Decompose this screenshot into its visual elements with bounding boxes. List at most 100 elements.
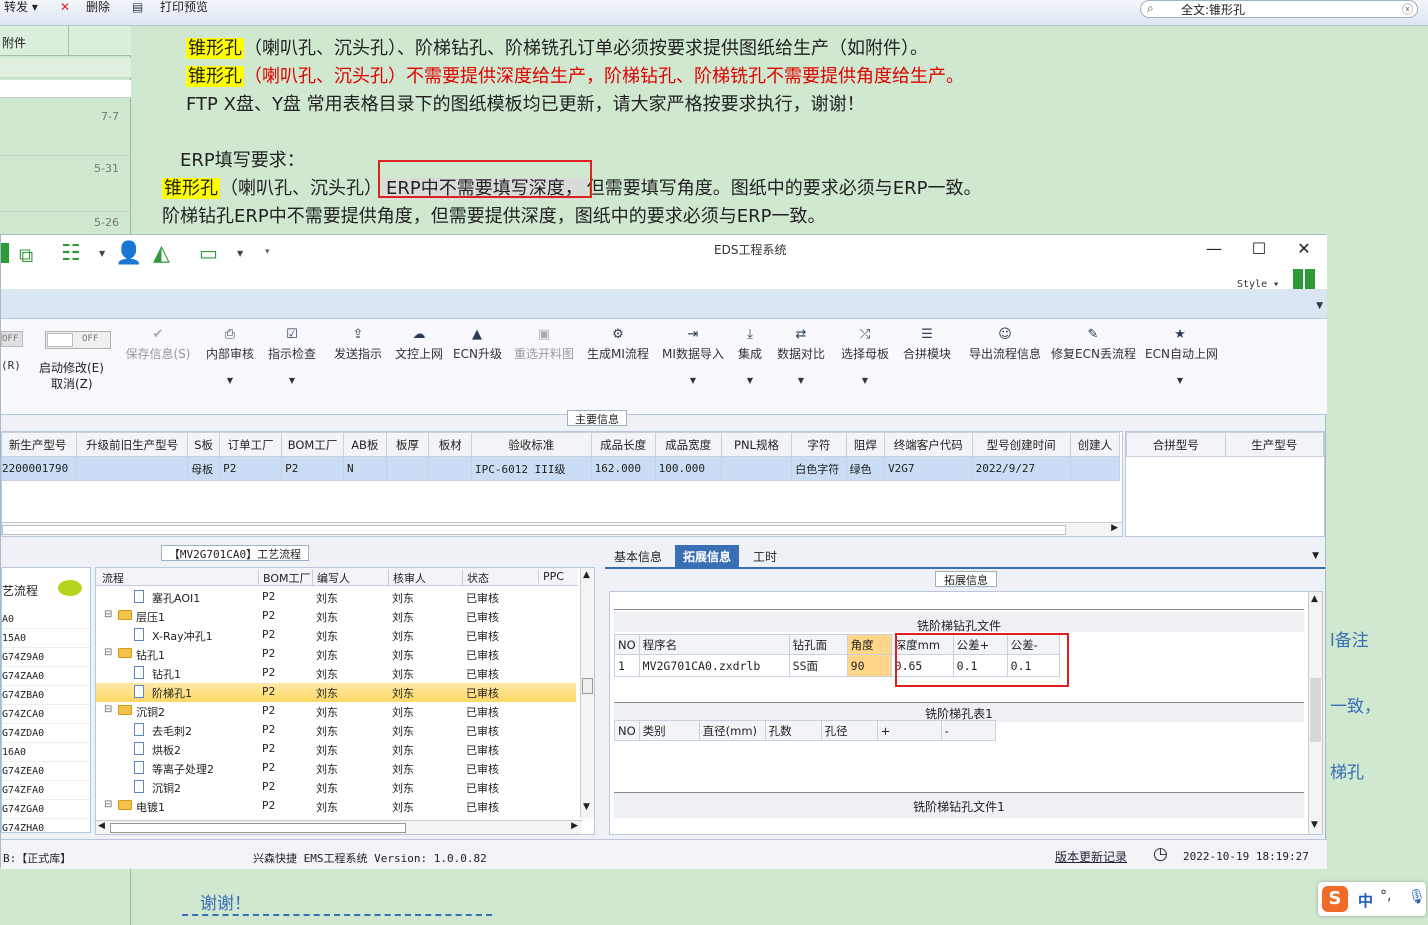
tree-column-header[interactable]: 流程 <box>98 570 124 586</box>
ribbon-button-7[interactable]: ⚙ 生成MI流程 <box>585 327 651 362</box>
ribbon-button-13[interactable]: ☺ 导出流程信息 <box>963 327 1047 362</box>
toggle-left[interactable]: OFF <box>1 331 23 347</box>
grid-header[interactable]: 阻焊 <box>845 432 886 457</box>
tree-row[interactable]: 塞孔AOI1 P2 刘东 刘东 已审核 <box>96 588 576 607</box>
chevron-down-icon[interactable]: ▼ <box>737 376 763 385</box>
ribbon-button-12[interactable]: ☰ 合拼模块 <box>901 327 953 362</box>
process-list-item[interactable]: G74ZAA0 <box>2 667 90 686</box>
vertical-scrollbar[interactable]: ▲ ▼ <box>580 568 594 818</box>
chevron-down-icon[interactable]: ▼ <box>1145 376 1215 385</box>
grid-header[interactable]: 终端客户代码 <box>884 432 973 457</box>
hole-column-header[interactable]: - <box>940 720 996 741</box>
list-item[interactable]: 5-31 <box>0 158 131 212</box>
grid-header[interactable]: 字符 <box>791 432 847 457</box>
list-item[interactable] <box>0 58 131 78</box>
grid-header[interactable]: 验收标准 <box>471 432 592 457</box>
tab-menu-icon[interactable]: ▼ <box>1312 551 1319 561</box>
grid-header[interactable]: 升级前旧生产型号 <box>76 432 189 457</box>
chevron-down-icon[interactable]: ▼ <box>775 376 827 385</box>
hole-column-header[interactable]: 直径(mm) <box>698 720 766 741</box>
horizontal-scrollbar[interactable]: ◀ ▶ <box>96 820 582 834</box>
file-column-header[interactable]: NO <box>614 634 640 655</box>
collapse-icon[interactable]: ⊟ <box>104 799 112 810</box>
ime-punct[interactable]: °, <box>1380 888 1391 904</box>
scroll-up-icon[interactable]: ▲ <box>583 570 590 580</box>
ribbon-button-0[interactable]: ✔ 保存信息(S) <box>119 327 197 362</box>
tree-row[interactable]: 去毛刺2 P2 刘东 刘东 已审核 <box>96 721 576 740</box>
process-list-item[interactable]: G74Z9A0 <box>2 648 90 667</box>
scroll-left-icon[interactable]: ◀ <box>98 821 105 831</box>
collapse-icon[interactable]: ⊟ <box>104 704 112 715</box>
tree-row[interactable]: 沉铜2 P2 刘东 刘东 已审核 <box>96 778 576 797</box>
forward-button[interactable]: 转发 ▾ <box>4 0 38 26</box>
list-item[interactable]: 5-26 <box>0 214 131 234</box>
tree-row[interactable]: 等离子处理2 P2 刘东 刘东 已审核 <box>96 759 576 778</box>
tree-row[interactable]: X-Ray冲孔1 P2 刘东 刘东 已审核 <box>96 626 576 645</box>
tree-row[interactable]: ⊟ 层压1 P2 刘东 刘东 已审核 <box>96 607 576 626</box>
chevron-down-icon[interactable]: ▼ <box>203 376 257 385</box>
ribbon-button-2[interactable]: ☑ 指示检查 ▼ <box>265 327 319 385</box>
file-column-header[interactable]: 钻孔面 <box>788 634 848 655</box>
scroll-down-icon[interactable]: ▼ <box>1311 820 1318 830</box>
list-item[interactable]: 7-7 <box>0 100 131 156</box>
ribbon-button-3[interactable]: ⇪ 发送指示 <box>329 327 387 362</box>
theme-icon[interactable] <box>1293 269 1315 289</box>
grid-header[interactable]: BOM工厂 <box>281 432 344 457</box>
grid-icon[interactable]: ☷ <box>61 241 81 266</box>
tree-column-header[interactable]: BOM工厂 <box>258 570 311 586</box>
file-column-header[interactable]: 角度 <box>846 634 892 655</box>
grid-header[interactable]: S板 <box>187 432 221 457</box>
hole-column-header[interactable]: NO <box>614 720 640 741</box>
microphone-icon[interactable]: 🎙 <box>1408 889 1426 905</box>
ime-mode[interactable]: 中 <box>1358 890 1373 911</box>
file-cell[interactable]: 90 <box>846 654 892 677</box>
maximize-icon[interactable]: ☐ <box>1239 239 1279 258</box>
ribbon-button-9[interactable]: ⤓ 集成 ▼ <box>737 327 763 385</box>
scroll-down-icon[interactable]: ▼ <box>583 802 590 812</box>
enable-edit-button[interactable]: 启动修改(E) <box>39 359 104 376</box>
process-list-item[interactable]: G74ZHA0 <box>2 819 90 838</box>
delete-icon[interactable]: ✕ <box>60 0 70 26</box>
tree-row[interactable]: ⊟ 电镀1 P2 刘东 刘东 已审核 <box>96 797 576 816</box>
tree-row[interactable]: 烘板2 P2 刘东 刘东 已审核 <box>96 740 576 759</box>
close-icon[interactable]: ✕ <box>1284 239 1324 258</box>
scroll-up-icon[interactable]: ▲ <box>1311 594 1318 604</box>
ribbon-button-4[interactable]: ☁ 文控上网 <box>393 327 445 362</box>
production-model-header[interactable]: 生产型号 <box>1224 432 1324 457</box>
tree-column-header[interactable]: 编写人 <box>312 570 350 586</box>
grid-header[interactable]: AB板 <box>342 432 387 457</box>
file-cell[interactable]: 1 <box>614 654 640 677</box>
scroll-right-icon[interactable]: ▶ <box>571 821 578 831</box>
cancel-button[interactable]: 取消(Z) <box>51 375 93 392</box>
monitor-icon[interactable]: ▭ <box>199 241 218 265</box>
process-list-item[interactable]: G74ZFA0 <box>2 781 90 800</box>
print-icon[interactable]: ▤ <box>132 0 143 26</box>
ribbon-button-15[interactable]: ★ ECN自动上网 ▼ <box>1145 327 1218 385</box>
tree-row[interactable]: 钻孔1 P2 刘东 刘东 已审核 <box>96 664 576 683</box>
process-list-item[interactable]: 16A0 <box>2 743 90 762</box>
grid-header[interactable]: 型号创建时间 <box>971 432 1071 457</box>
process-list-item[interactable]: G74ZEA0 <box>2 762 90 781</box>
ribbon-collapse-icon[interactable]: ▼ <box>1316 301 1323 311</box>
process-list-item[interactable]: G74ZDA0 <box>2 724 90 743</box>
grid-header[interactable]: 成品长度 <box>590 432 656 457</box>
horizontal-scrollbar[interactable]: ▶ <box>2 522 1122 536</box>
tree-column-header[interactable]: 状态 <box>462 570 489 586</box>
file-column-header[interactable]: 程序名 <box>638 634 790 655</box>
user-icon[interactable]: 👤 <box>115 241 142 266</box>
chevron-down-icon[interactable]: ▼ <box>237 249 243 258</box>
version-history-link[interactable]: 版本更新记录 <box>1055 848 1127 865</box>
ime-toolbar[interactable]: S 中 °, 🎙 <box>1318 882 1426 916</box>
ribbon-button-8[interactable]: ⇥ MI数据导入 ▼ <box>661 327 725 385</box>
attachment-column-header[interactable]: 附件 <box>2 34 26 51</box>
list-item[interactable] <box>0 80 131 98</box>
chevron-down-icon[interactable]: ▼ <box>661 376 725 385</box>
ribbon-button-14[interactable]: ✎ 修复ECN丢流程 <box>1051 327 1136 362</box>
grid-header[interactable]: PNL规格 <box>720 432 793 457</box>
ribbon-button-11[interactable]: ⤮ 选择母板 ▼ <box>839 327 891 385</box>
grid-header[interactable]: 成品宽度 <box>654 432 722 457</box>
vertical-scrollbar[interactable]: ▲ ▼ <box>1308 592 1322 834</box>
ribbon-fragment[interactable]: (R) <box>1 359 21 372</box>
file-cell[interactable]: SS面 <box>788 654 848 677</box>
hole-column-header[interactable]: + <box>876 720 942 741</box>
